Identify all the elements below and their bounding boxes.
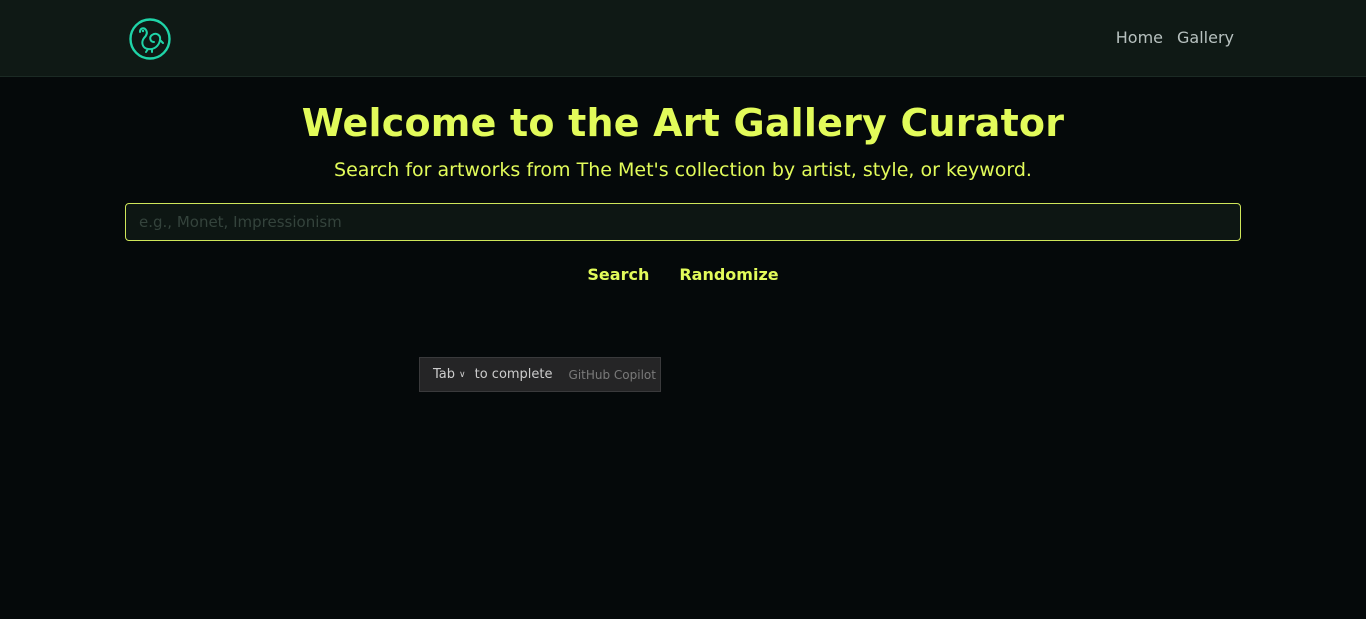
search-input[interactable] (125, 203, 1241, 241)
hint-action-label: to complete (474, 367, 553, 382)
hint-key-label[interactable]: Tab (433, 367, 455, 382)
hint-source-label: GitHub Copilot (568, 367, 656, 382)
bird-logo-icon[interactable] (128, 18, 172, 60)
chevron-down-icon[interactable]: ∨ (459, 370, 466, 380)
copilot-completion-hint[interactable]: Tab ∨ to complete GitHub Copilot (419, 357, 661, 392)
nav-links: Home Gallery (1116, 28, 1234, 47)
search-actions: Search Randomize (0, 265, 1366, 284)
randomize-button[interactable]: Randomize (679, 265, 778, 284)
nav-gallery-link[interactable]: Gallery (1177, 28, 1234, 47)
search-button[interactable]: Search (587, 265, 649, 284)
nav-home-link[interactable]: Home (1116, 28, 1163, 47)
page-title: Welcome to the Art Gallery Curator (301, 101, 1065, 145)
page-subtitle: Search for artworks from The Met's colle… (334, 159, 1032, 181)
navbar: Home Gallery (0, 0, 1366, 77)
